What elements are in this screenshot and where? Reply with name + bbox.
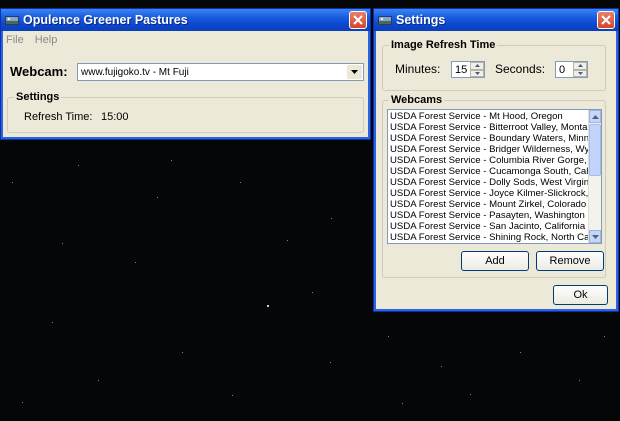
refresh-time-groupbox: Image Refresh Time Minutes: 15 Seconds: … bbox=[382, 39, 606, 91]
main-menubar: File Help bbox=[1, 31, 370, 49]
ok-button[interactable]: Ok bbox=[553, 285, 608, 305]
scroll-down-icon[interactable] bbox=[589, 230, 601, 243]
webcam-list-item[interactable]: USDA Forest Service - Bridger Wilderness… bbox=[388, 144, 601, 155]
webcam-list-item[interactable]: USDA Forest Service - Boundary Waters, M… bbox=[388, 133, 601, 144]
webcam-select[interactable]: www.fujigoko.tv - Mt Fuji bbox=[77, 63, 364, 81]
scroll-thumb[interactable] bbox=[589, 124, 601, 176]
webcam-list-item[interactable]: USDA Forest Service - Mt Hood, Oregon bbox=[388, 111, 601, 122]
minutes-value: 15 bbox=[455, 63, 468, 76]
webcam-list-item[interactable]: USDA Forest Service - Mount Zirkel, Colo… bbox=[388, 199, 601, 210]
settings-window: Settings Image Refresh Time Minutes: 15 … bbox=[373, 8, 619, 312]
main-window-title: Opulence Greener Pastures bbox=[23, 13, 188, 27]
app-icon bbox=[378, 15, 392, 26]
close-icon bbox=[353, 15, 363, 25]
refresh-group-title: Image Refresh Time bbox=[389, 39, 498, 51]
remove-button[interactable]: Remove bbox=[536, 251, 604, 271]
webcam-list-item[interactable]: USDA Forest Service - Bitterroot Valley,… bbox=[388, 122, 601, 133]
menu-file[interactable]: File bbox=[6, 34, 24, 46]
webcams-list[interactable]: USDA Forest Service - Mt Hood, Oregon USD… bbox=[387, 109, 602, 244]
webcams-groupbox: Webcams USDA Forest Service - Mt Hood, O… bbox=[382, 94, 606, 278]
spin-up-icon[interactable] bbox=[573, 62, 587, 70]
webcams-scrollbar[interactable] bbox=[588, 110, 601, 243]
settings-group-title: Settings bbox=[14, 91, 62, 103]
minutes-spinner[interactable]: 15 bbox=[451, 61, 485, 78]
settings-titlebar[interactable]: Settings bbox=[374, 9, 618, 31]
seconds-value: 0 bbox=[559, 63, 566, 76]
menu-help[interactable]: Help bbox=[35, 34, 58, 46]
seconds-spinner[interactable]: 0 bbox=[555, 61, 588, 78]
close-icon bbox=[601, 15, 611, 25]
seconds-label: Seconds: bbox=[495, 62, 546, 76]
webcam-list-item[interactable]: USDA Forest Service - Cucamonga South, C… bbox=[388, 166, 601, 177]
add-button-label: Add bbox=[485, 255, 505, 267]
webcam-list-item[interactable]: USDA Forest Service - Dolly Sods, West V… bbox=[388, 177, 601, 188]
ok-button-label: Ok bbox=[573, 289, 588, 301]
scroll-up-icon[interactable] bbox=[589, 110, 601, 123]
webcam-list-item[interactable]: USDA Forest Service - Columbia River Gor… bbox=[388, 155, 601, 166]
app-icon bbox=[5, 15, 19, 26]
minutes-label: Minutes: bbox=[395, 62, 441, 76]
refresh-time-value: 15:00 bbox=[101, 111, 129, 123]
add-button[interactable]: Add bbox=[461, 251, 529, 271]
settings-window-title: Settings bbox=[396, 13, 446, 27]
main-titlebar[interactable]: Opulence Greener Pastures bbox=[1, 9, 370, 31]
settings-close-button[interactable] bbox=[597, 11, 615, 29]
webcam-list-item[interactable]: USDA Forest Service - Shining Rock, Nort… bbox=[388, 232, 601, 243]
webcam-list-item[interactable]: USDA Forest Service - Joyce Kilmer-Slick… bbox=[388, 188, 601, 199]
spin-down-icon[interactable] bbox=[470, 69, 484, 77]
refresh-time-label: Refresh Time: bbox=[24, 111, 93, 123]
webcam-list-item[interactable]: USDA Forest Service - San Jacinto, Calif… bbox=[388, 221, 601, 232]
remove-button-label: Remove bbox=[549, 255, 591, 267]
spin-up-icon[interactable] bbox=[470, 62, 484, 70]
main-close-button[interactable] bbox=[349, 11, 367, 29]
webcams-group-title: Webcams bbox=[389, 94, 445, 106]
webcam-label: Webcam: bbox=[10, 64, 68, 79]
settings-groupbox: Settings Refresh Time: 15:00 bbox=[7, 91, 364, 133]
spin-down-icon[interactable] bbox=[573, 69, 587, 77]
webcam-select-value: www.fujigoko.tv - Mt Fuji bbox=[81, 66, 189, 78]
webcam-list-item[interactable]: USDA Forest Service - Pasayten, Washingt… bbox=[388, 210, 601, 221]
main-window: Opulence Greener Pastures File Help Webc… bbox=[0, 8, 371, 140]
chevron-down-icon[interactable] bbox=[347, 65, 362, 79]
